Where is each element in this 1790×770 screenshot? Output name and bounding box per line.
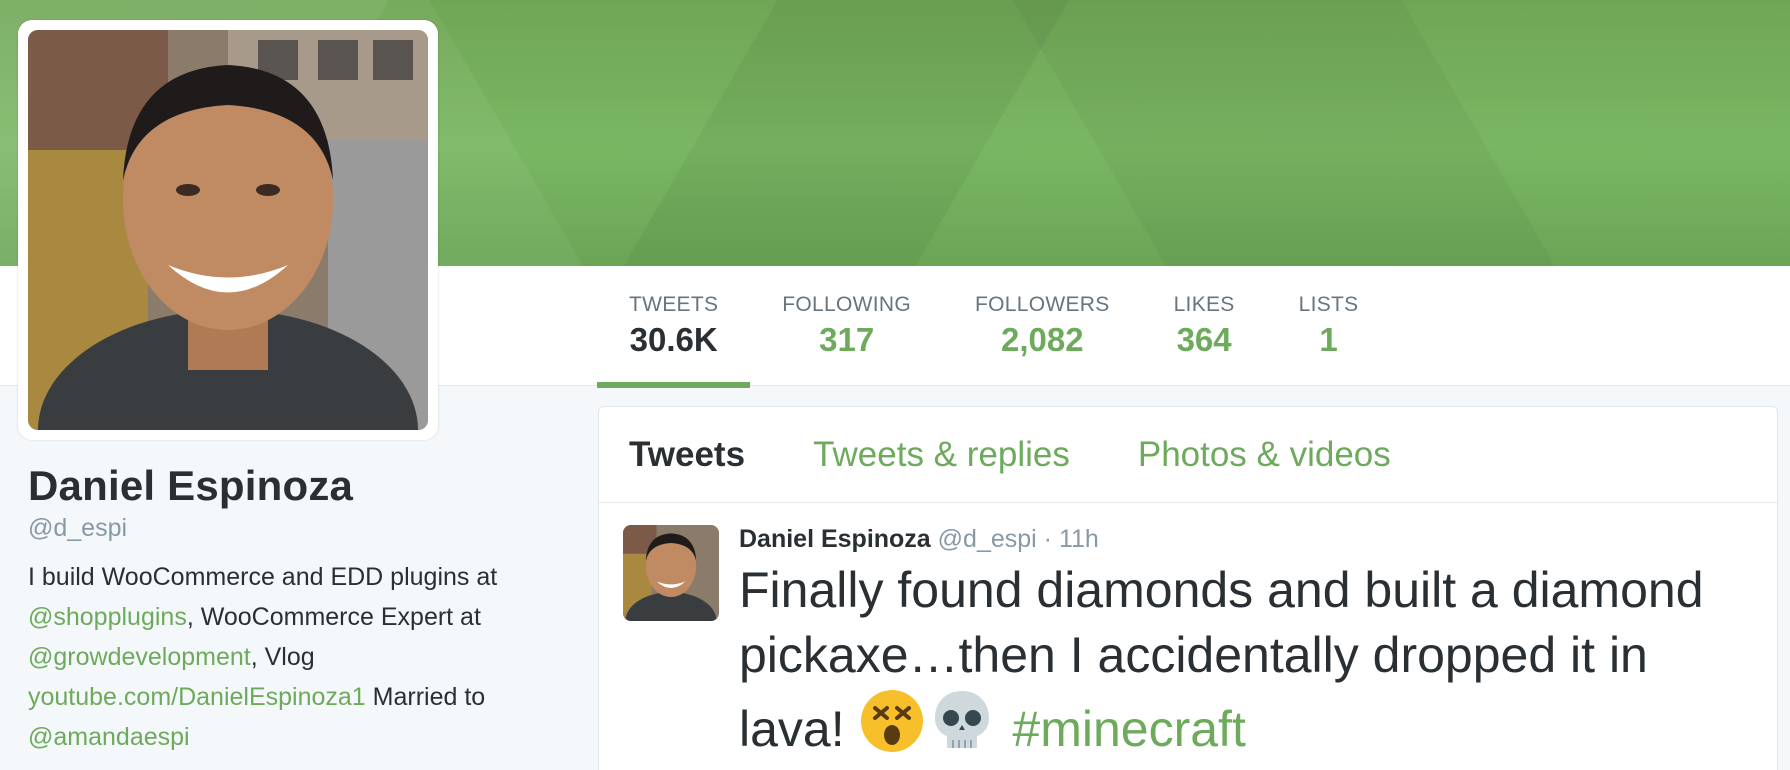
stat-value: 364 xyxy=(1176,321,1232,358)
tab-tweets[interactable]: Tweets xyxy=(629,435,745,475)
tweet-header: Daniel Espinoza @d_espi · 11h xyxy=(739,525,1777,554)
bio-text: , WooCommerce Expert at xyxy=(186,603,481,631)
stat-tweets[interactable]: TWEETS 30.6K xyxy=(597,266,751,388)
bio-text: , Vlog xyxy=(250,643,315,671)
tweet-avatar[interactable] xyxy=(623,525,719,621)
profile-handle[interactable]: @d_espi xyxy=(28,514,558,543)
stat-value: 1 xyxy=(1319,321,1338,358)
tab-tweets-replies[interactable]: Tweets & replies xyxy=(813,435,1070,475)
stat-following[interactable]: FOLLOWING 317 xyxy=(750,266,943,386)
stat-lists[interactable]: LISTS 1 xyxy=(1267,266,1391,386)
profile-bio: I build WooCommerce and EDD plugins at @… xyxy=(28,557,558,757)
profile-avatar[interactable] xyxy=(18,20,438,440)
stat-followers[interactable]: FOLLOWERS 2,082 xyxy=(943,266,1142,386)
tweet-time[interactable]: 11h xyxy=(1059,525,1099,553)
profile-name[interactable]: Daniel Espinoza xyxy=(28,462,558,510)
stat-label: LISTS xyxy=(1298,293,1359,316)
timeline-tabs: Tweets Tweets & replies Photos & videos xyxy=(599,407,1777,503)
dizzy-face-emoji xyxy=(859,688,925,754)
stat-value: 317 xyxy=(819,321,875,358)
bio-text: I build WooCommerce and EDD plugins at xyxy=(28,563,498,591)
youtube-link[interactable]: youtube.com/DanielEspinoza1 xyxy=(28,683,366,711)
mention-link[interactable]: @amandaespi xyxy=(28,723,190,751)
stat-label: FOLLOWING xyxy=(782,293,912,316)
tweet-author[interactable]: Daniel Espinoza xyxy=(739,525,931,553)
stat-label: LIKES xyxy=(1173,293,1235,316)
tweet-text: Finally found diamonds and built a diamo… xyxy=(739,558,1759,762)
mention-link[interactable]: @growdevelopment xyxy=(28,643,251,671)
hashtag-link[interactable]: #minecraft xyxy=(1012,701,1245,757)
stat-value: 2,082 xyxy=(1001,321,1084,358)
timeline: Tweets Tweets & replies Photos & videos … xyxy=(598,406,1778,770)
stat-likes[interactable]: LIKES 364 xyxy=(1142,266,1267,386)
stat-label: FOLLOWERS xyxy=(975,293,1110,316)
tweet[interactable]: Daniel Espinoza @d_espi · 11h Finally fo… xyxy=(599,503,1777,762)
bio-text: Married to xyxy=(365,683,486,711)
tweet-handle[interactable]: @d_espi xyxy=(938,525,1037,553)
skull-emoji xyxy=(929,688,995,754)
stats-bar: TWEETS 30.6K FOLLOWING 317 FOLLOWERS 2,0… xyxy=(597,266,1391,388)
tweet-separator: · xyxy=(1036,525,1059,553)
stat-value: 30.6K xyxy=(629,321,718,358)
mention-link[interactable]: @shopplugins xyxy=(28,603,187,631)
tab-photos-videos[interactable]: Photos & videos xyxy=(1138,435,1391,475)
profile-photo xyxy=(28,30,428,430)
stat-label: TWEETS xyxy=(629,293,719,316)
profile-card: Daniel Espinoza @d_espi I build WooComme… xyxy=(28,462,558,757)
